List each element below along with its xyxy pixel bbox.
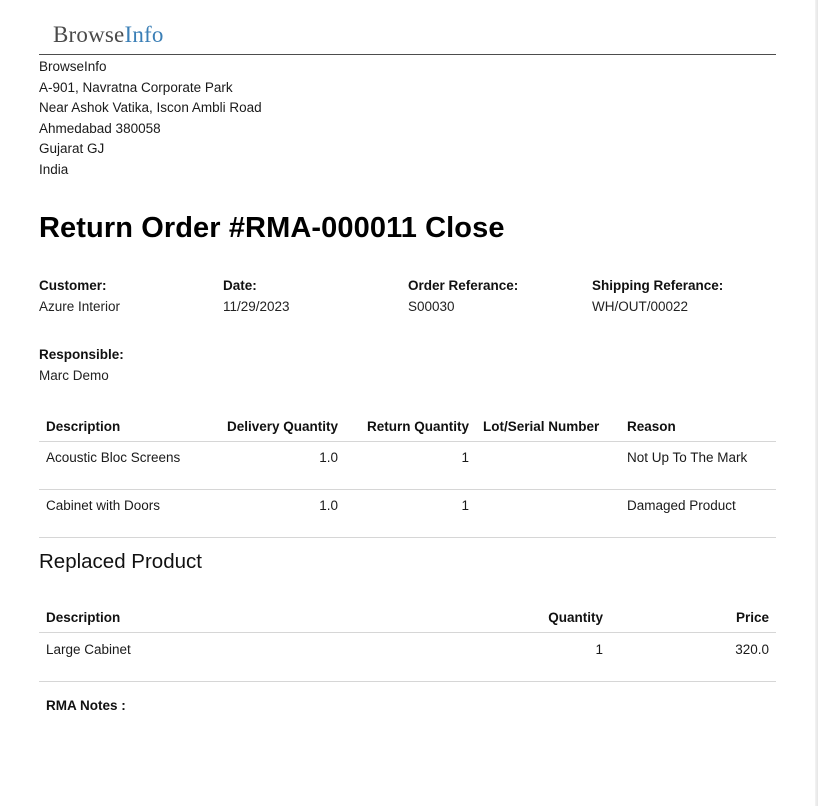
shipping-reference-value: WH/OUT/00022 bbox=[592, 299, 689, 314]
table-row: Acoustic Bloc Screens 1.0 1 Not Up To Th… bbox=[39, 441, 776, 490]
order-reference-value: S00030 bbox=[408, 299, 455, 314]
date-info: Date: 11/29/2023 bbox=[223, 275, 290, 317]
responsible-value: Marc Demo bbox=[39, 368, 109, 383]
order-reference-info: Order Referance: S00030 bbox=[408, 275, 518, 317]
cell-reason: Not Up To The Mark bbox=[620, 441, 776, 490]
address-line: India bbox=[39, 161, 69, 177]
cell-return-quantity: 1 bbox=[345, 489, 476, 538]
date-label: Date: bbox=[223, 278, 257, 293]
table-header-row: Description Delivery Quantity Return Qua… bbox=[39, 411, 776, 442]
date-value: 11/29/2023 bbox=[223, 299, 290, 314]
column-header-price: Price bbox=[610, 602, 776, 633]
order-reference-label: Order Referance: bbox=[408, 278, 519, 293]
column-header-description: Description bbox=[39, 602, 479, 633]
customer-label: Customer: bbox=[39, 278, 107, 293]
cell-price: 320.0 bbox=[610, 632, 776, 682]
cell-description: Acoustic Bloc Screens bbox=[39, 441, 213, 490]
cell-lot-serial bbox=[476, 441, 620, 490]
company-address: BrowseInfo A-901, Navratna Corporate Par… bbox=[39, 57, 262, 180]
cell-reason: Damaged Product bbox=[620, 489, 776, 538]
cell-description: Cabinet with Doors bbox=[39, 489, 213, 538]
return-lines-table: Description Delivery Quantity Return Qua… bbox=[39, 411, 776, 538]
cell-return-quantity: 1 bbox=[345, 441, 476, 490]
customer-info: Customer: Azure Interior bbox=[39, 275, 120, 317]
logo-text-browse: Browse bbox=[53, 22, 125, 47]
company-logo: BrowseInfo bbox=[53, 22, 164, 48]
customer-value: Azure Interior bbox=[39, 299, 121, 314]
cell-delivery-quantity: 1.0 bbox=[213, 489, 345, 538]
cell-lot-serial bbox=[476, 489, 620, 538]
responsible-label: Responsible: bbox=[39, 347, 124, 362]
column-header-description: Description bbox=[39, 411, 213, 442]
shipping-reference-info: Shipping Referance: WH/OUT/00022 bbox=[592, 275, 723, 317]
table-header-row: Description Quantity Price bbox=[39, 602, 776, 633]
replaced-product-heading: Replaced Product bbox=[39, 550, 202, 573]
column-header-quantity: Quantity bbox=[479, 602, 610, 633]
address-line: Near Ashok Vatika, Iscon Ambli Road bbox=[39, 100, 262, 115]
shipping-reference-label: Shipping Referance: bbox=[592, 278, 724, 293]
column-header-return-quantity: Return Quantity bbox=[345, 411, 476, 442]
cell-quantity: 1 bbox=[479, 632, 610, 682]
address-line: A-901, Navratna Corporate Park bbox=[39, 79, 233, 95]
logo-text-info: Info bbox=[124, 22, 164, 47]
column-header-reason: Reason bbox=[620, 411, 776, 442]
address-line: Ahmedabad 380058 bbox=[39, 120, 161, 136]
column-header-lot-serial: Lot/Serial Number bbox=[476, 411, 620, 442]
replaced-product-table: Description Quantity Price Large Cabinet… bbox=[39, 602, 776, 682]
responsible-info: Responsible: Marc Demo bbox=[39, 344, 124, 386]
company-name: BrowseInfo bbox=[39, 59, 107, 74]
page-title: Return Order #RMA-000011 Close bbox=[39, 212, 505, 244]
cell-delivery-quantity: 1.0 bbox=[213, 441, 345, 490]
cell-description: Large Cabinet bbox=[39, 632, 479, 682]
table-row: Cabinet with Doors 1.0 1 Damaged Product bbox=[39, 489, 776, 538]
rma-notes-label: RMA Notes : bbox=[46, 698, 126, 713]
table-row: Large Cabinet 1 320.0 bbox=[39, 632, 776, 682]
header-divider bbox=[39, 54, 776, 55]
address-line: Gujarat GJ bbox=[39, 141, 105, 156]
column-header-delivery-quantity: Delivery Quantity bbox=[213, 411, 345, 442]
